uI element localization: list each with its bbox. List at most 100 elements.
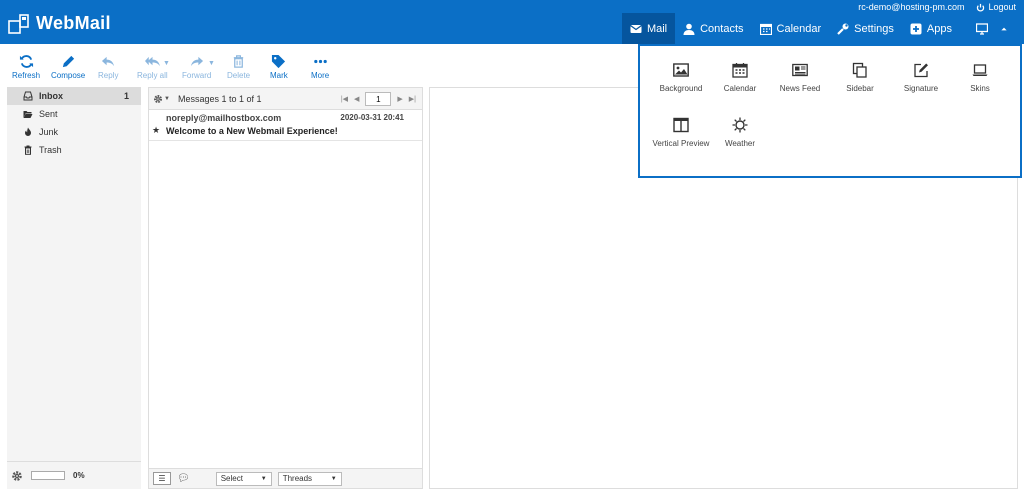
chevron-down-icon: ▼ [164,95,170,102]
chevron-down-icon: ▼ [260,475,267,482]
ellipsis-icon [313,59,327,64]
message-from: noreply@mailhostbox.com [166,113,282,123]
folder-open-icon [23,109,33,119]
reply-all-label: Reply all [137,71,168,80]
folder-label: Trash [39,145,62,155]
quota-text: 0% [73,471,85,480]
gear-icon [154,94,162,103]
delete-button[interactable]: Delete [227,54,250,80]
main-nav: Mail Contacts Calendar Settings Apps [621,13,1012,44]
prev-page-icon[interactable]: ◀ [354,95,359,103]
forward-caret-icon[interactable]: ▼ [208,60,215,67]
app-label: Calendar [723,84,757,93]
sun-icon [732,117,748,133]
chevron-down-icon: ▼ [330,475,337,482]
reply-button[interactable]: Reply [98,54,118,80]
user-icon [683,23,695,35]
reply-icon [101,56,114,67]
monitor-icon [976,22,988,35]
nav-layout[interactable] [968,13,996,44]
nav-calendar[interactable]: Calendar [752,13,830,44]
list-options-button[interactable]: ▼ [153,94,170,104]
logo[interactable]: WebMail [8,13,111,34]
app-news-feed[interactable]: News Feed [769,62,831,94]
folder-junk[interactable]: Junk [7,123,141,141]
reply-all-button[interactable]: Reply all [137,54,168,80]
select-dropdown[interactable]: Select ▼ [215,471,272,486]
app-skins[interactable]: Skins [949,62,1011,94]
nav-collapse[interactable] [996,13,1012,44]
quota: 0% [7,461,141,489]
more-button[interactable]: More [311,54,329,80]
refresh-button[interactable]: Refresh [12,54,40,80]
app-weather[interactable]: Weather [709,117,771,149]
folder-inbox[interactable]: Inbox 1 [7,87,141,105]
quota-bar [31,471,65,480]
message-list: ▼ Messages 1 to 1 of 1 |◀ ◀ ▶ ▶| noreply… [148,87,423,489]
refresh-icon [19,55,33,68]
app-label: Vertical Preview [652,139,710,148]
message-date: 2020-03-31 20:41 [340,113,404,122]
nav-apps-label: Apps [926,22,952,35]
mailbox-icon [8,13,30,34]
forward-icon [191,56,204,67]
nav-contacts[interactable]: Contacts [675,13,751,44]
mark-button[interactable]: Mark [270,54,288,80]
compose-button[interactable]: Compose [51,54,85,80]
threads-label: Threads [282,474,313,483]
calendar-icon [759,23,772,35]
page-input[interactable] [365,92,392,106]
nav-apps[interactable]: Apps [902,13,960,44]
star-icon[interactable]: ★ [152,125,160,136]
last-page-icon[interactable]: ▶| [409,95,416,103]
gear-icon[interactable] [11,470,23,482]
reply-all-icon [144,56,160,67]
logo-text: WebMail [36,13,111,33]
sidebar-icon [852,62,867,78]
header: WebMail rc-demo@hosting-pm.com Logout Ma… [0,0,1024,44]
app-vertical-preview[interactable]: Vertical Preview [650,117,712,149]
delete-label: Delete [227,71,251,80]
user-email: rc-demo@hosting-pm.com [858,2,965,12]
trash-icon [23,145,33,155]
refresh-label: Refresh [12,71,41,80]
folder-sent[interactable]: Sent [7,105,141,123]
unread-count: 1 [123,91,129,101]
toolbar: Refresh Compose Reply Reply all ▼ Forwar… [0,44,640,86]
threads-dropdown[interactable]: Threads ▼ [277,471,342,486]
calendar-icon [732,63,748,78]
message-row[interactable]: noreply@mailhostbox.com 2020-03-31 20:41… [149,110,422,141]
power-icon [977,3,985,12]
reply-label: Reply [98,71,119,80]
compose-label: Compose [51,71,86,80]
app-label: Signature [903,84,939,93]
forward-button[interactable]: Forward [182,54,211,80]
nav-mail-label: Mail [646,22,668,35]
logout-link[interactable]: Logout [976,2,1016,12]
message-count: Messages 1 to 1 of 1 [177,93,262,104]
apps-menu: Background Calendar News Feed Sidebar Si… [638,44,1022,178]
app-background[interactable]: Background [650,62,712,94]
wrench-icon [837,23,849,35]
fire-icon [23,127,33,137]
list-view-button[interactable]: ☰ [153,472,171,485]
trash-icon [233,55,244,68]
app-label: Skins [970,84,990,93]
folder-list: Inbox 1 Sent Junk Trash 0% [7,87,141,489]
reply-all-caret-icon[interactable]: ▼ [163,60,170,67]
pen-square-icon [914,63,928,78]
more-label: More [311,71,330,80]
first-page-icon[interactable]: |◀ [341,95,348,103]
app-calendar[interactable]: Calendar [709,62,771,94]
app-signature[interactable]: Signature [890,62,952,94]
app-label: Weather [724,139,756,148]
user-bar: rc-demo@hosting-pm.com Logout [858,2,1016,12]
app-sidebar[interactable]: Sidebar [829,62,891,94]
nav-mail[interactable]: Mail [621,13,676,44]
chat-icon[interactable]: 💬︎ [177,473,190,484]
folder-trash[interactable]: Trash [7,141,141,159]
select-label: Select [220,474,243,483]
nav-settings[interactable]: Settings [829,13,902,44]
tag-icon [272,54,286,69]
next-page-icon[interactable]: ▶ [397,95,402,103]
